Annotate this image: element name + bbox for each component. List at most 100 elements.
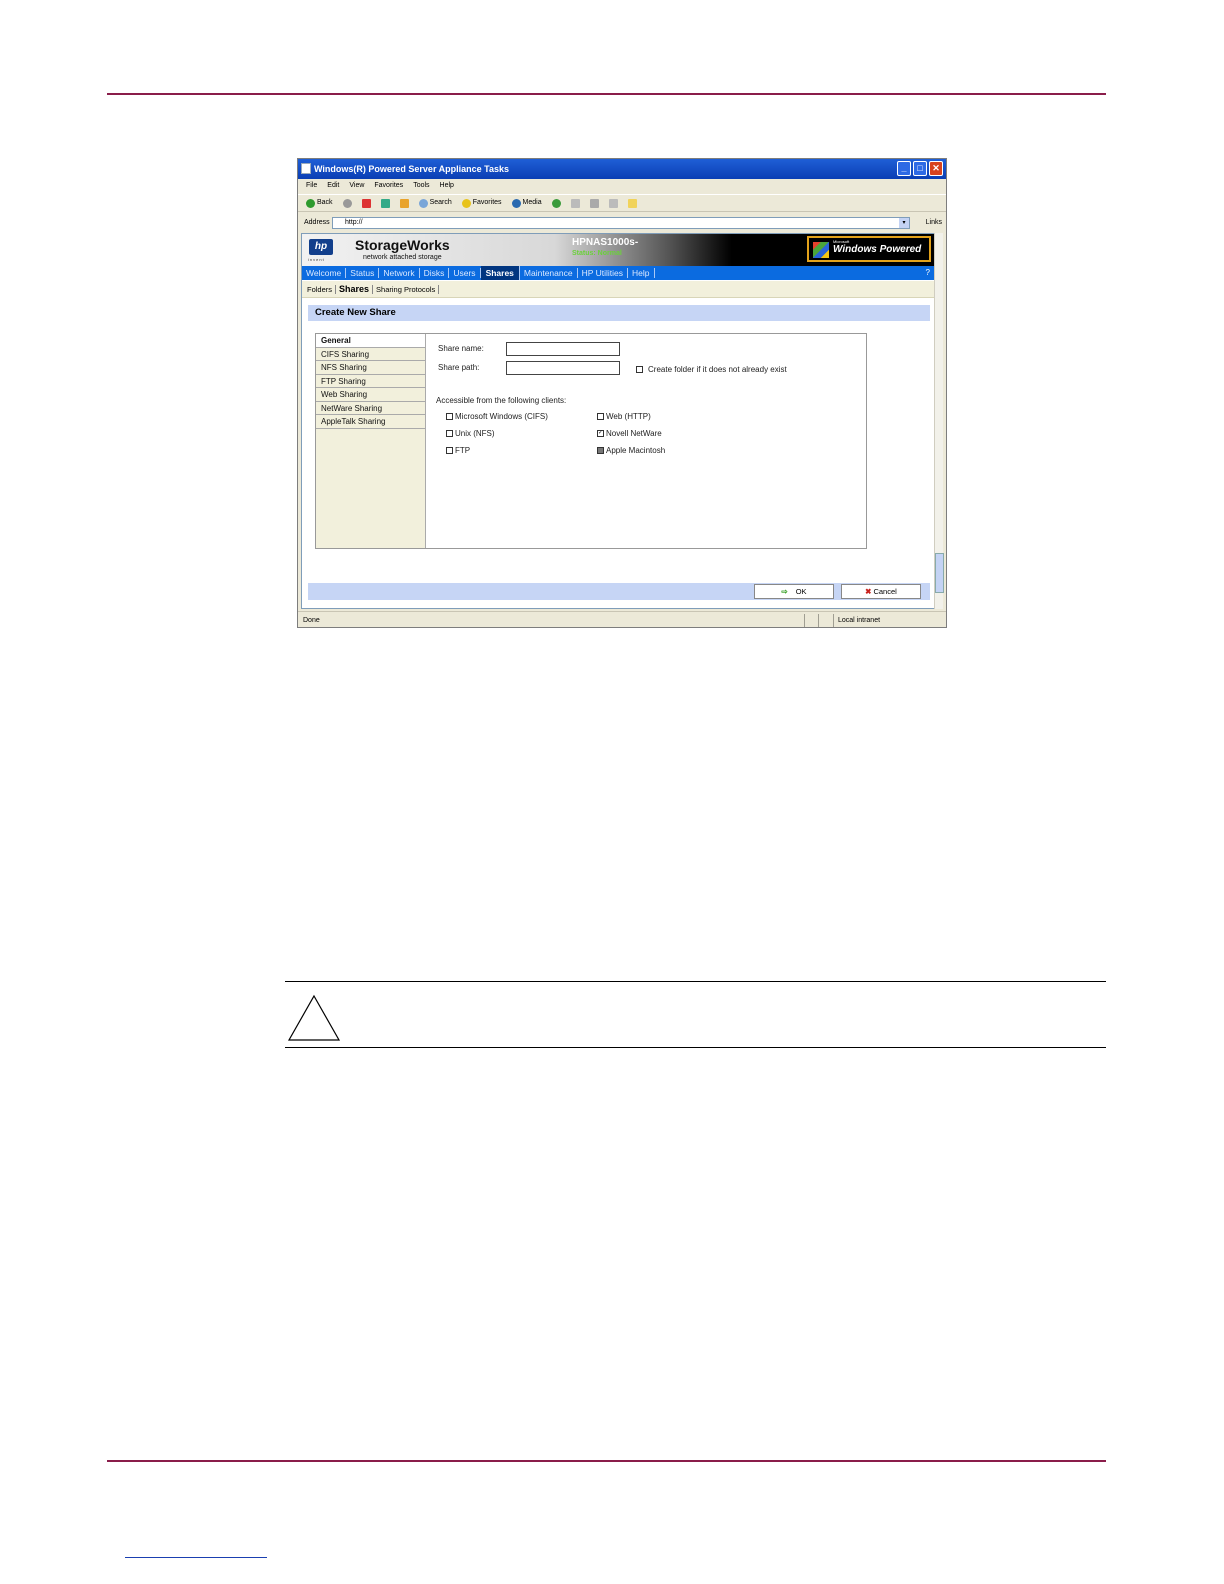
home-button[interactable]	[399, 195, 409, 211]
client-nfs-checkbox[interactable]: Unix (NFS)	[446, 429, 495, 438]
ie-page-icon	[301, 163, 311, 174]
mail-icon	[570, 198, 580, 208]
checkbox-box	[446, 447, 453, 454]
tab-nfs-sharing[interactable]: NFS Sharing	[316, 361, 425, 375]
nav-hp-utilities[interactable]: HP Utilities	[578, 268, 629, 278]
nav-users[interactable]: Users	[449, 268, 481, 278]
zone-text: Local intranet	[838, 617, 881, 624]
sub-nav: Folders Shares Sharing Protocols	[302, 281, 934, 298]
checkmark-icon: ✓	[597, 430, 604, 437]
header-rule	[107, 93, 1106, 95]
share-path-input[interactable]	[506, 361, 620, 375]
nav-help[interactable]: Help	[628, 268, 655, 278]
mail-button[interactable]	[570, 195, 580, 211]
refresh-button[interactable]	[380, 195, 390, 211]
tab-general[interactable]: General	[316, 334, 425, 348]
footer-link-underline[interactable]	[125, 1557, 267, 1558]
menu-view[interactable]: View	[349, 179, 364, 192]
history-button[interactable]	[551, 195, 561, 211]
windows-powered-text: Windows Powered	[833, 244, 922, 255]
help-icon[interactable]: ?	[926, 266, 930, 280]
menu-file[interactable]: File	[306, 179, 317, 192]
maximize-button[interactable]: □	[913, 161, 927, 176]
share-name-input[interactable]	[506, 342, 620, 356]
cancel-button[interactable]: ✖ Cancel	[841, 584, 921, 599]
client-web-checkbox[interactable]: Web (HTTP)	[597, 412, 651, 421]
ok-button[interactable]: ⇨ OK	[754, 584, 834, 599]
windows-flag-icon	[813, 242, 829, 258]
star-icon	[461, 198, 471, 208]
page-title: Create New Share	[308, 305, 930, 321]
close-button[interactable]: ✕	[929, 161, 943, 176]
favorites-label: Favorites	[472, 199, 502, 206]
checkbox-box	[446, 413, 453, 420]
search-button[interactable]: Search	[418, 195, 452, 211]
nav-disks[interactable]: Disks	[420, 268, 450, 278]
nav-shares[interactable]: Shares	[480, 266, 520, 280]
window-title: Windows(R) Powered Server Appliance Task…	[314, 164, 509, 174]
subnav-folders[interactable]: Folders	[304, 285, 337, 294]
scrollbar-thumb[interactable]	[935, 553, 944, 593]
minimize-button[interactable]: _	[897, 161, 911, 176]
hp-invent-text: invent	[308, 257, 325, 262]
tab-ftp-sharing[interactable]: FTP Sharing	[316, 375, 425, 388]
menu-tools[interactable]: Tools	[413, 179, 429, 192]
address-input[interactable]: http:// ▾	[332, 217, 910, 229]
client-cifs-checkbox[interactable]: Microsoft Windows (CIFS)	[446, 412, 548, 421]
caution-triangle-icon	[287, 994, 341, 1041]
subnav-sharing-protocols[interactable]: Sharing Protocols	[373, 285, 440, 294]
subnav-shares[interactable]: Shares	[336, 285, 374, 294]
caution-top-rule	[285, 981, 1106, 982]
media-label: Media	[522, 199, 542, 206]
links-button[interactable]: Links	[926, 215, 942, 231]
server-status: Status: Normal	[572, 250, 622, 257]
tab-netware-sharing[interactable]: NetWare Sharing	[316, 402, 425, 415]
nav-network[interactable]: Network	[379, 268, 420, 278]
edit-icon	[608, 198, 618, 208]
right-arrow-icon: ⇨	[781, 587, 788, 596]
address-label: Address	[304, 219, 330, 226]
favorites-button[interactable]: Favorites	[461, 195, 502, 211]
create-share-panel: General CIFS Sharing NFS Sharing FTP Sha…	[315, 333, 867, 549]
client-web-label: Web (HTTP)	[606, 412, 651, 421]
refresh-icon	[380, 198, 390, 208]
checkbox-box	[597, 413, 604, 420]
messenger-button[interactable]	[627, 195, 637, 211]
cancel-label: Cancel	[873, 587, 897, 596]
status-divider	[804, 614, 805, 627]
print-button[interactable]	[589, 195, 599, 211]
edit-button[interactable]	[608, 195, 618, 211]
forward-button[interactable]	[342, 195, 352, 211]
clients-heading: Accessible from the following clients:	[436, 396, 567, 405]
address-dropdown-icon[interactable]: ▾	[899, 218, 909, 228]
status-bar: Done Local intranet	[298, 611, 946, 627]
tab-appletalk-sharing[interactable]: AppleTalk Sharing	[316, 415, 425, 429]
title-bar[interactable]: Windows(R) Powered Server Appliance Task…	[298, 159, 946, 179]
back-button[interactable]: Back	[306, 195, 333, 211]
tab-web-sharing[interactable]: Web Sharing	[316, 388, 425, 402]
nav-maintenance[interactable]: Maintenance	[520, 268, 578, 278]
create-folder-checkbox[interactable]: Create folder if it does not already exi…	[636, 365, 787, 374]
nav-status[interactable]: Status	[346, 268, 380, 278]
tab-cifs-sharing[interactable]: CIFS Sharing	[316, 348, 425, 361]
menu-favorites[interactable]: Favorites	[374, 179, 403, 192]
menu-bar: File Edit View Favorites Tools Help	[298, 179, 946, 192]
stop-button[interactable]	[361, 195, 371, 211]
home-icon	[399, 198, 409, 208]
menu-help[interactable]: Help	[440, 179, 454, 192]
menu-edit[interactable]: Edit	[327, 179, 339, 192]
client-netware-checkbox[interactable]: ✓ Novell NetWare	[597, 429, 662, 438]
nav-welcome[interactable]: Welcome	[302, 268, 347, 278]
footer-rule	[107, 1460, 1106, 1462]
vertical-scrollbar[interactable]	[934, 233, 944, 609]
media-button[interactable]: Media	[511, 195, 542, 211]
checkbox-box	[636, 366, 643, 373]
client-netware-label: Novell NetWare	[606, 429, 662, 438]
client-ftp-checkbox[interactable]: FTP	[446, 446, 470, 455]
status-text: Done	[303, 617, 320, 624]
messenger-icon	[627, 198, 637, 208]
share-path-label: Share path:	[438, 363, 480, 372]
hp-logo: hp	[309, 239, 333, 255]
client-apple-checkbox[interactable]: Apple Macintosh	[597, 446, 665, 455]
ok-label: OK	[795, 587, 807, 596]
